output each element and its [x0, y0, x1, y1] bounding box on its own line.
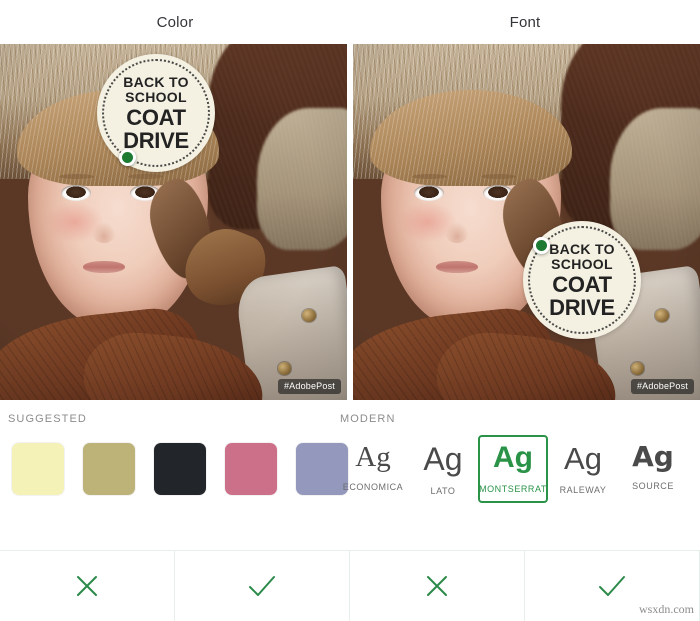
eye-left	[60, 184, 91, 201]
color-header-title: Color	[156, 13, 194, 31]
suggested-label: SUGGESTED	[8, 413, 87, 425]
eye-left	[413, 184, 444, 201]
coat-drive-badge[interactable]: BACK TO SCHOOL COAT DRIVE	[97, 54, 215, 172]
section-headers: Color Font	[0, 0, 700, 44]
action-bar: wsxdn.com	[0, 550, 700, 621]
check-icon	[249, 576, 275, 596]
accept-color-button[interactable]	[175, 551, 350, 621]
font-sample-glyph: Ag	[493, 441, 533, 474]
color-swatch-dusty-pink[interactable]	[225, 443, 277, 495]
font-sample-glyph: Ag	[632, 440, 674, 473]
coat-button-1	[654, 308, 669, 322]
font-sample-glyph: Ag	[564, 441, 602, 476]
badge-line-4: DRIVE	[549, 294, 615, 320]
font-option-label: LATO	[430, 485, 456, 496]
leaf-front-right	[432, 328, 621, 400]
font-sample-glyph: Ag	[355, 441, 391, 473]
badge-line-2: SCHOOL	[551, 255, 613, 272]
badge-line-2: SCHOOL	[125, 88, 187, 105]
font-options-column: MODERN Ag ECONOMICA Ag LATO Ag MONTSERRA…	[336, 400, 700, 550]
badge-line-1: BACK TO	[549, 240, 615, 257]
color-swatch-row	[12, 443, 348, 495]
font-option-raleway[interactable]: Ag RALEWAY	[548, 435, 618, 503]
font-sample-glyph: Ag	[423, 441, 463, 477]
fur-light-right	[256, 108, 347, 251]
font-option-label: SOURCE	[632, 481, 674, 492]
color-swatch-pale-yellow[interactable]	[12, 443, 64, 495]
color-options-column: SUGGESTED	[0, 400, 348, 550]
font-option-label: RALEWAY	[559, 484, 607, 495]
badge-drag-handle[interactable]	[119, 149, 136, 166]
font-header-cell: Font	[350, 0, 700, 44]
font-option-label: ECONOMICA	[342, 482, 404, 493]
coat-drive-badge[interactable]: BACK TO SCHOOL COAT DRIVE	[523, 221, 641, 339]
coat-button-1	[301, 308, 316, 322]
badge-text-block: BACK TO SCHOOL COAT DRIVE	[123, 75, 189, 152]
badge-line-3: COAT	[552, 271, 612, 297]
font-option-lato[interactable]: Ag LATO	[408, 435, 478, 503]
fur-light-right	[609, 108, 700, 251]
badge-line-3: COAT	[126, 104, 186, 130]
handle-dot-icon	[122, 152, 133, 163]
badge-text-block: BACK TO SCHOOL COAT DRIVE	[549, 242, 615, 319]
badge-drag-handle[interactable]	[533, 237, 550, 254]
mouth	[436, 261, 478, 273]
leaf-front-right	[79, 328, 268, 400]
font-list: Ag ECONOMICA Ag LATO Ag MONTSERRAT Ag RA…	[338, 435, 688, 503]
color-preview-panel[interactable]: BACK TO SCHOOL COAT DRIVE #AdobePost	[0, 44, 347, 400]
page-watermark: wsxdn.com	[639, 602, 694, 616]
check-icon	[599, 576, 625, 596]
close-icon	[427, 576, 447, 596]
adobe-post-watermark: #AdobePost	[630, 379, 694, 394]
color-swatch-near-black[interactable]	[154, 443, 206, 495]
handle-dot-icon	[536, 240, 547, 251]
badge-line-4: DRIVE	[123, 127, 189, 153]
font-option-source[interactable]: Ag SOURCE	[618, 435, 688, 503]
font-option-montserrat[interactable]: Ag MONTSERRAT	[478, 435, 548, 503]
child-portrait-photo	[353, 44, 700, 400]
font-header-title: Font	[509, 13, 541, 31]
reject-font-button[interactable]	[350, 551, 525, 621]
options-section: SUGGESTED MODERN Ag ECONOMICA Ag LATO Ag…	[0, 400, 700, 550]
font-option-label: MONTSERRAT	[479, 483, 547, 494]
adobe-post-watermark: #AdobePost	[277, 379, 341, 394]
close-icon	[77, 576, 97, 596]
color-swatch-olive-khaki[interactable]	[83, 443, 135, 495]
font-option-economica[interactable]: Ag ECONOMICA	[338, 435, 408, 503]
font-preview-panel[interactable]: BACK TO SCHOOL COAT DRIVE #AdobePost	[353, 44, 700, 400]
reject-color-button[interactable]	[0, 551, 175, 621]
badge-line-1: BACK TO	[123, 73, 189, 90]
color-header-cell: Color	[0, 0, 350, 44]
preview-panels: BACK TO SCHOOL COAT DRIVE #AdobePost BAC…	[0, 44, 700, 400]
modern-label: MODERN	[340, 413, 396, 425]
mouth	[83, 261, 125, 273]
